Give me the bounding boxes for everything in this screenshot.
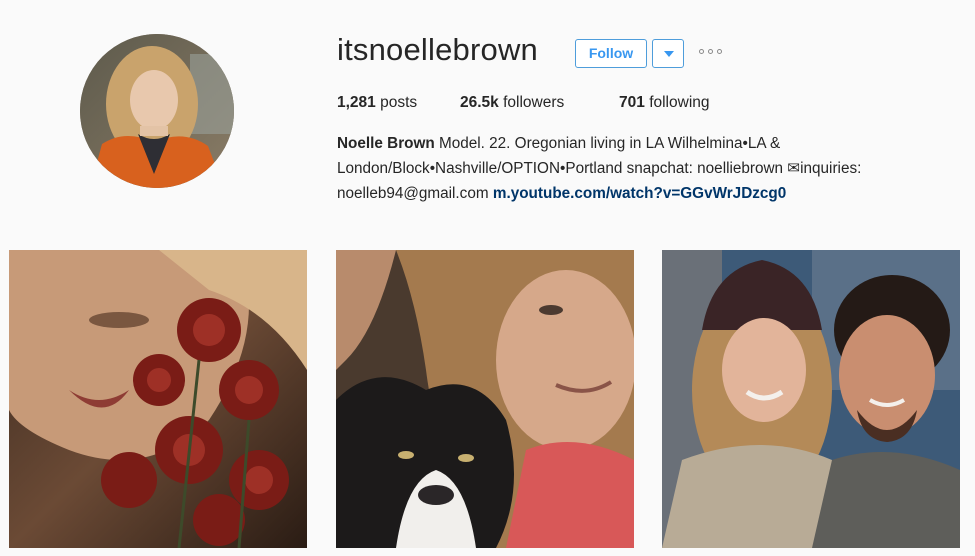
more-options-icon	[708, 49, 713, 54]
posts-label: posts	[380, 94, 418, 111]
more-options-icon	[717, 49, 722, 54]
bio-text: Model. 22. Oregonian living in LA Wilhel…	[434, 135, 781, 152]
post-tile-2[interactable]	[336, 250, 634, 548]
followers-stat[interactable]: 26.5k followers	[460, 94, 564, 112]
post-tile-3[interactable]	[662, 250, 960, 548]
username: itsnoellebrown	[337, 32, 538, 67]
following-label: following	[649, 94, 710, 111]
follow-button[interactable]: Follow	[575, 39, 647, 68]
more-options-button[interactable]	[699, 47, 727, 59]
bio-line-1: Noelle Brown Model. 22. Oregonian living…	[337, 131, 937, 156]
following-count: 701	[619, 94, 645, 111]
posts-stat: 1,281 posts	[337, 94, 417, 112]
post-tile-1[interactable]	[9, 250, 307, 548]
profile-bio: Noelle Brown Model. 22. Oregonian living…	[337, 131, 937, 206]
posts-count: 1,281	[337, 94, 376, 111]
more-options-icon	[699, 49, 704, 54]
bio-website-link[interactable]: m.youtube.com/watch?v=GGvWrJDzcg0	[493, 185, 786, 202]
suggested-dropdown-button[interactable]	[652, 39, 684, 68]
avatar[interactable]	[80, 34, 234, 188]
followers-count: 26.5k	[460, 94, 499, 111]
following-stat[interactable]: 701 following	[619, 94, 710, 112]
chevron-down-icon	[664, 51, 674, 57]
profile-page: itsnoellebrown Follow 1,281 posts 26.5k …	[0, 0, 975, 556]
bio-email: noelleb94@gmail.com	[337, 185, 493, 202]
bio-line-3: noelleb94@gmail.com m.youtube.com/watch?…	[337, 181, 937, 206]
post-image-couple	[662, 250, 960, 548]
post-image-flowers	[9, 250, 307, 548]
followers-label: followers	[503, 94, 565, 111]
bio-line-2: London/Block•Nashville/OPTION•Portland s…	[337, 160, 862, 177]
full-name: Noelle Brown	[337, 135, 435, 152]
post-image-cat	[336, 250, 634, 548]
avatar-image	[80, 34, 234, 188]
